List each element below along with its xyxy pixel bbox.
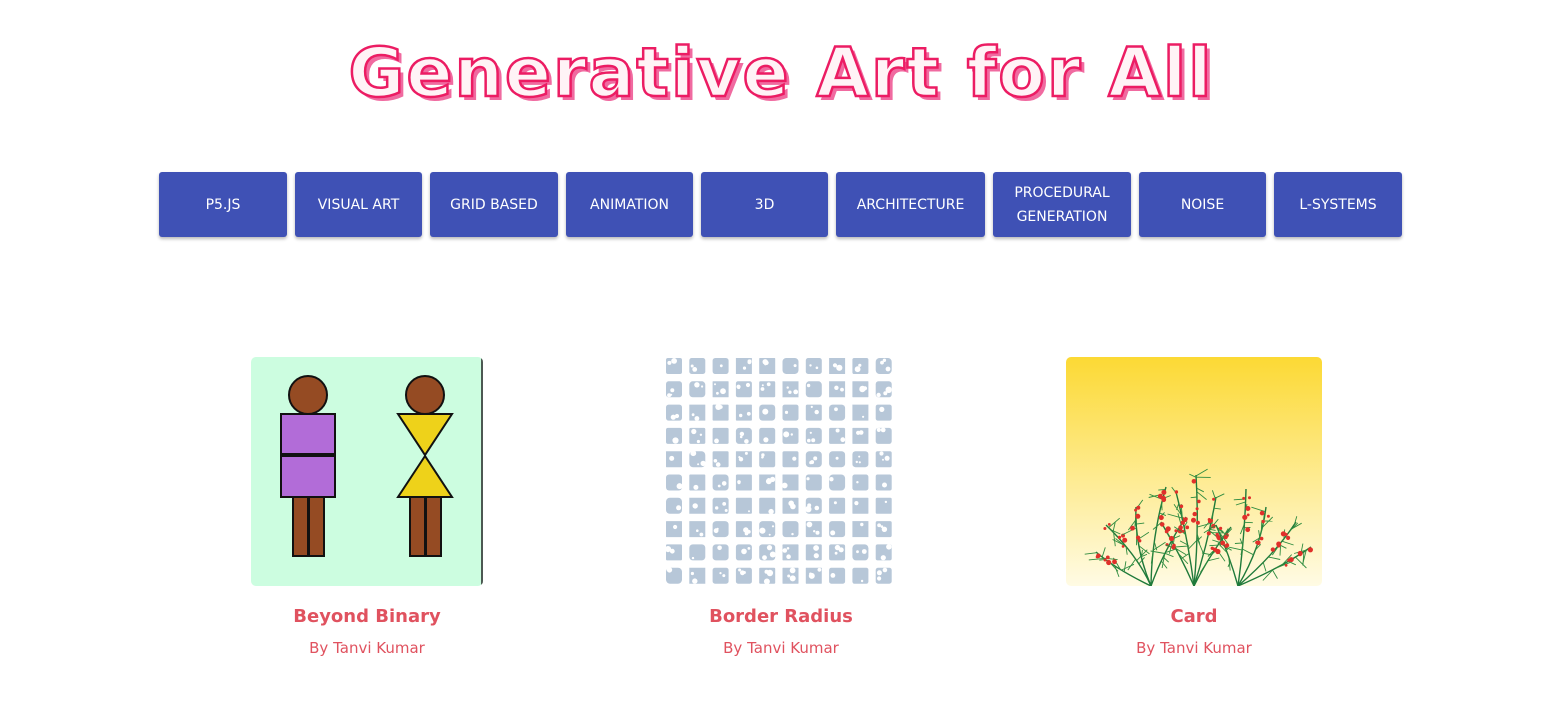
tag-p5js-button[interactable]: P5.JS xyxy=(159,172,287,237)
tag-3d-button[interactable]: 3D xyxy=(701,172,828,237)
tag-label-line1: PROCEDURAL xyxy=(1014,184,1110,201)
tag-label: ANIMATION xyxy=(590,196,669,213)
project-title[interactable]: Beyond Binary xyxy=(232,605,502,629)
figures-artwork xyxy=(251,357,483,586)
project-thumbnail-grid[interactable] xyxy=(665,357,897,586)
tag-label: P5.JS xyxy=(205,196,241,213)
project-thumbnail-figures[interactable] xyxy=(251,357,483,586)
tag-grid-based-button[interactable]: GRID BASED xyxy=(430,172,558,237)
tag-label: L-SYSTEMS xyxy=(1299,196,1377,213)
tag-label-line2: GENERATION xyxy=(1016,208,1108,225)
project-card-card[interactable]: Card By Tanvi Kumar xyxy=(1059,357,1329,667)
tag-animation-button[interactable]: ANIMATION xyxy=(566,172,693,237)
tag-noise-button[interactable]: NOISE xyxy=(1139,172,1266,237)
site-title: Generative Art for All xyxy=(347,33,1214,115)
page: Generative Art for All P5.JS VISUAL ART … xyxy=(0,0,1562,702)
tag-label: ARCHITECTURE xyxy=(856,196,965,213)
tag-procedural-generation-button[interactable]: PROCEDURAL GENERATION xyxy=(993,172,1131,237)
project-author: By Tanvi Kumar xyxy=(1136,639,1252,657)
tag-label: VISUAL ART xyxy=(317,196,400,213)
project-author: By Tanvi Kumar xyxy=(723,639,839,657)
tag-architecture-button[interactable]: ARCHITECTURE xyxy=(836,172,985,237)
project-title[interactable]: Border Radius xyxy=(646,605,916,629)
grid-artwork xyxy=(665,358,892,585)
project-thumbnail-plant[interactable] xyxy=(1066,357,1322,586)
project-card-border-radius[interactable]: Border Radius By Tanvi Kumar xyxy=(646,357,916,667)
tag-label: GRID BASED xyxy=(450,196,538,213)
tag-l-systems-button[interactable]: L-SYSTEMS xyxy=(1274,172,1402,237)
plant-artwork xyxy=(1066,357,1322,586)
tag-label: 3D xyxy=(754,196,775,213)
project-card-beyond-binary[interactable]: Beyond Binary By Tanvi Kumar xyxy=(232,357,502,667)
tag-visual-art-button[interactable]: VISUAL ART xyxy=(295,172,422,237)
project-author: By Tanvi Kumar xyxy=(309,639,425,657)
project-title[interactable]: Card xyxy=(1059,605,1329,629)
tag-label: NOISE xyxy=(1180,196,1225,213)
